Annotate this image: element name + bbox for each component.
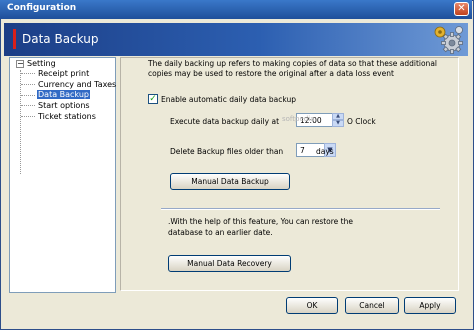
enable-backup-checkbox[interactable]: ✓ xyxy=(148,94,158,104)
window-title: Configuration xyxy=(7,3,77,13)
tree-connector xyxy=(21,73,35,74)
manual-data-backup-button[interactable]: Manual Data Backup xyxy=(170,173,290,190)
tree-connector xyxy=(21,105,35,106)
recovery-help-text: .With the help of this feature, You can … xyxy=(168,217,353,237)
time-down-icon[interactable]: ▼ xyxy=(332,120,344,127)
backup-description: The daily backing up refers to making co… xyxy=(148,59,437,78)
tree-item-ticket-stations[interactable]: Ticket stations xyxy=(38,112,96,121)
tree-item-currency-and-taxes[interactable]: Currency and Taxes xyxy=(38,80,116,89)
tree-root-setting[interactable]: Setting xyxy=(27,59,56,68)
tree-item-receipt-print[interactable]: Receipt print xyxy=(38,69,89,78)
cancel-button[interactable]: Cancel xyxy=(345,297,399,314)
softpedia-watermark: softpedia xyxy=(282,115,315,123)
ok-button[interactable]: OK xyxy=(286,297,338,314)
delete-days-suffix: days xyxy=(316,147,334,156)
banner-accent-bar xyxy=(13,29,16,49)
time-up-icon[interactable]: ▲ xyxy=(332,113,344,120)
section-banner: Data Backup xyxy=(4,23,468,56)
tree-item-start-options[interactable]: Start options xyxy=(38,101,90,110)
title-bar[interactable]: Configuration ✕ xyxy=(0,0,472,19)
banner-title: Data Backup xyxy=(22,32,99,46)
apply-button[interactable]: Apply xyxy=(404,297,456,314)
tree-connector xyxy=(21,116,35,117)
execute-time-suffix: O Clock xyxy=(347,117,376,126)
tree-item-data-backup[interactable]: Data Backup xyxy=(37,90,90,99)
close-button[interactable]: ✕ xyxy=(454,2,469,16)
collapse-toggle-icon[interactable]: − xyxy=(16,60,24,68)
enable-backup-label[interactable]: Enable automatic daily data backup xyxy=(161,95,296,104)
tree-connector xyxy=(20,70,21,174)
tree-connector xyxy=(21,95,35,96)
tree-connector xyxy=(21,84,35,85)
delete-older-label: Delete Backup files older than xyxy=(170,147,284,156)
gears-icon xyxy=(431,24,465,56)
section-divider xyxy=(161,208,440,210)
execute-time-label: Execute data backup daily at xyxy=(170,117,280,126)
manual-data-recovery-button[interactable]: Manual Data Recovery xyxy=(168,255,291,272)
